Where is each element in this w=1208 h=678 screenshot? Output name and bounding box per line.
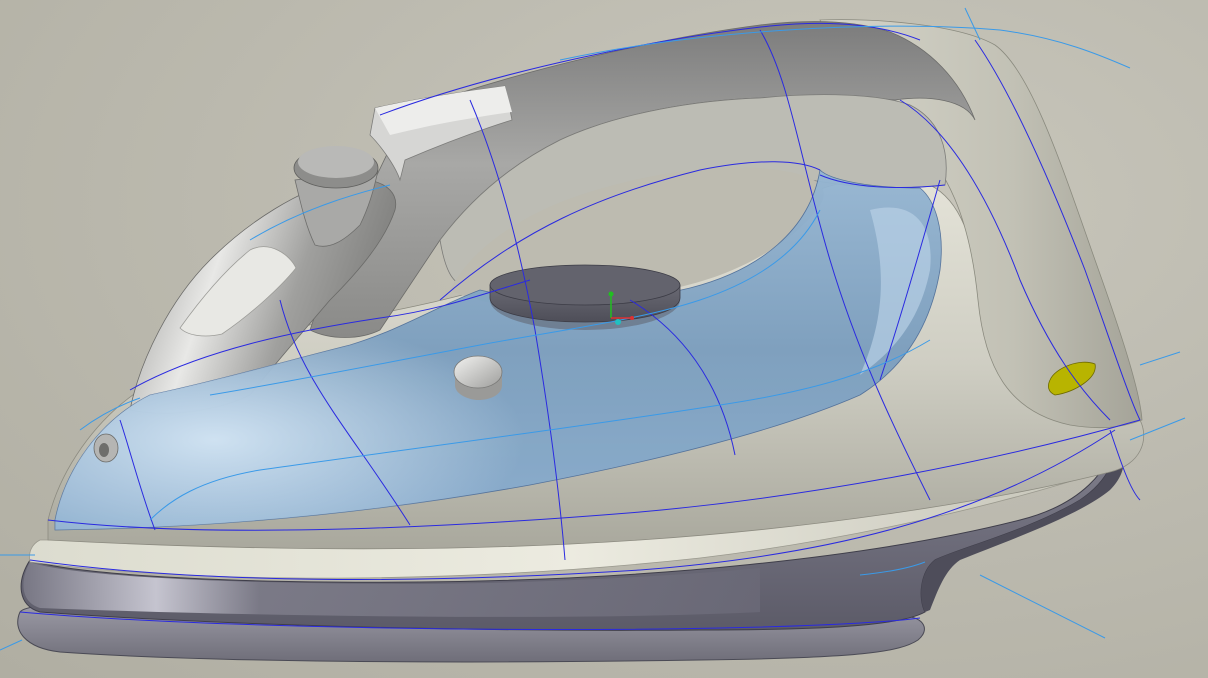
temperature-dial[interactable] — [489, 264, 681, 330]
water-fill-nozzle[interactable] — [93, 433, 119, 463]
iron-model-render[interactable] — [0, 0, 1208, 678]
triad-x-end — [630, 316, 634, 320]
triad-y-end — [608, 291, 614, 297]
spray-button[interactable] — [453, 355, 503, 400]
cad-3d-viewport[interactable] — [0, 0, 1208, 678]
triad-z-axis — [615, 319, 621, 325]
